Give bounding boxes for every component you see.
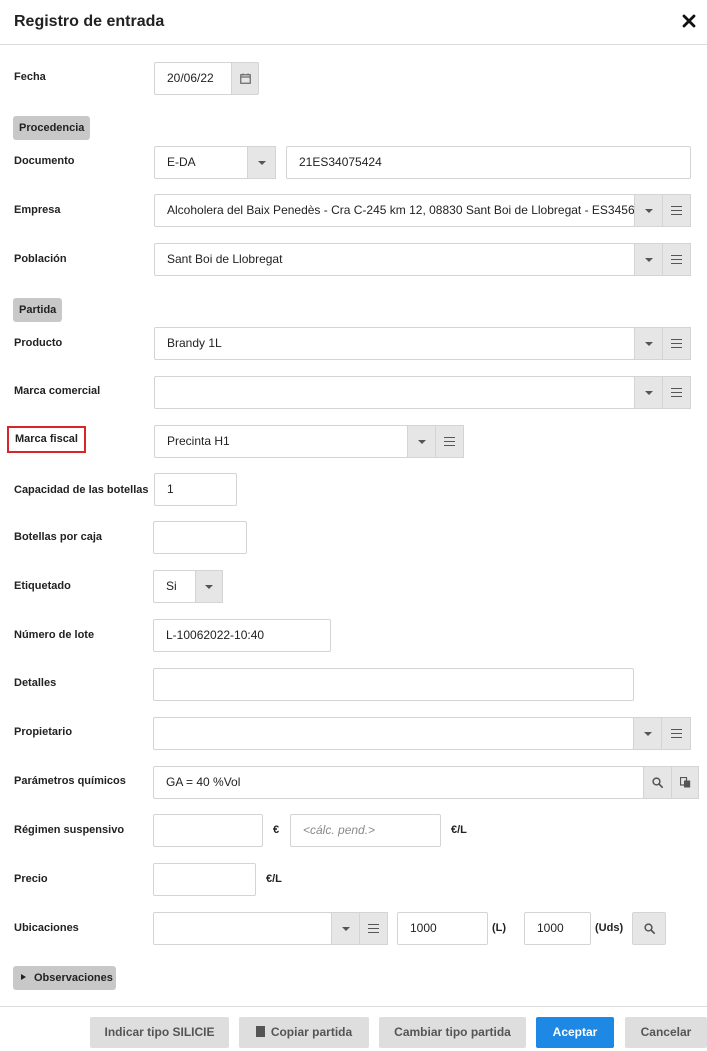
list-icon bbox=[671, 206, 682, 215]
cambiar-tipo-partida-button[interactable]: Cambiar tipo partida bbox=[379, 1017, 526, 1048]
chevron-down-icon bbox=[341, 926, 350, 931]
detalles-label: Detalles bbox=[14, 677, 57, 689]
documento-number-input[interactable]: 21ES34075424 bbox=[286, 146, 691, 179]
chevron-down-icon bbox=[644, 208, 653, 213]
marca-fiscal-dropdown[interactable] bbox=[407, 425, 436, 458]
empresa-label: Empresa bbox=[14, 204, 61, 216]
parametros-search-button[interactable] bbox=[643, 766, 672, 799]
marca-comercial-dropdown[interactable] bbox=[634, 376, 663, 409]
documento-type-dropdown[interactable] bbox=[247, 146, 276, 179]
list-icon bbox=[671, 388, 682, 397]
documento-label: Documento bbox=[14, 155, 75, 167]
poblacion-label: Población bbox=[14, 253, 67, 265]
ubicaciones-dropdown[interactable] bbox=[331, 912, 360, 945]
marca-comercial-list-button[interactable] bbox=[662, 376, 691, 409]
regimen-unit-euro-litro: €/L bbox=[451, 824, 467, 836]
lote-label: Número de lote bbox=[14, 629, 95, 641]
producto-select[interactable]: Brandy 1L bbox=[154, 327, 635, 360]
indicar-tipo-silicie-button[interactable]: Indicar tipo SILICIE bbox=[90, 1017, 229, 1048]
botellas-caja-input[interactable] bbox=[153, 521, 247, 554]
propietario-select[interactable] bbox=[153, 717, 634, 750]
ubicaciones-litros-input[interactable]: 1000 bbox=[397, 912, 488, 945]
precio-label: Precio bbox=[14, 873, 48, 885]
regimen-unit-euro: € bbox=[273, 824, 280, 836]
producto-list-button[interactable] bbox=[662, 327, 691, 360]
parametros-input[interactable]: GA = 40 %Vol bbox=[153, 766, 644, 799]
list-icon bbox=[368, 924, 379, 933]
copy-icon bbox=[252, 1024, 265, 1037]
chevron-down-icon bbox=[417, 439, 426, 444]
dialog-header: Registro de entrada bbox=[0, 0, 707, 45]
chevron-down-icon bbox=[644, 341, 653, 346]
chevron-down-icon bbox=[644, 257, 653, 262]
cancelar-button[interactable]: Cancelar bbox=[625, 1017, 707, 1048]
section-partida: Partida bbox=[13, 298, 63, 322]
ubicaciones-select[interactable] bbox=[153, 912, 332, 945]
detalles-input[interactable] bbox=[153, 668, 634, 701]
ubicaciones-list-button[interactable] bbox=[359, 912, 388, 945]
ubicaciones-label: Ubicaciones bbox=[14, 922, 79, 934]
list-icon bbox=[671, 339, 682, 348]
producto-label: Producto bbox=[14, 337, 63, 349]
marca-fiscal-label: Marca fiscal bbox=[7, 426, 86, 453]
lote-input[interactable]: L-10062022-10:40 bbox=[153, 619, 331, 652]
ubicaciones-uds-unit: (Uds) bbox=[595, 922, 624, 934]
chevron-down-icon bbox=[257, 160, 266, 165]
aceptar-button[interactable]: Aceptar bbox=[536, 1017, 614, 1048]
documento-type-select[interactable]: E-DA bbox=[154, 146, 250, 179]
search-icon bbox=[643, 923, 655, 934]
ubicaciones-uds-input[interactable]: 1000 bbox=[524, 912, 591, 945]
marca-comercial-select[interactable] bbox=[154, 376, 635, 409]
poblacion-dropdown[interactable] bbox=[634, 243, 663, 276]
precio-input[interactable] bbox=[153, 863, 256, 896]
chevron-down-icon bbox=[643, 731, 652, 736]
chevron-down-icon bbox=[205, 584, 213, 589]
precio-unit: €/L bbox=[266, 873, 282, 885]
etiquetado-select[interactable]: Si bbox=[153, 570, 197, 603]
ubicaciones-litros-unit: (L) bbox=[492, 922, 507, 934]
calendar-icon bbox=[239, 73, 251, 84]
chevron-down-icon bbox=[644, 390, 653, 395]
close-icon[interactable] bbox=[681, 11, 697, 31]
marca-comercial-label: Marca comercial bbox=[14, 385, 101, 397]
etiquetado-dropdown[interactable] bbox=[195, 570, 223, 603]
regimen-calc-field: <cálc. pend.> bbox=[290, 814, 441, 847]
producto-dropdown[interactable] bbox=[634, 327, 663, 360]
marca-fiscal-list-button[interactable] bbox=[435, 425, 464, 458]
observaciones-label: Observaciones bbox=[34, 972, 113, 984]
capacidad-input[interactable]: 1 bbox=[154, 473, 237, 506]
caret-right-icon bbox=[21, 974, 26, 981]
empresa-dropdown[interactable] bbox=[634, 194, 663, 227]
regimen-input[interactable] bbox=[153, 814, 263, 847]
observaciones-toggle[interactable]: Observaciones bbox=[13, 966, 116, 990]
calendar-button[interactable] bbox=[231, 62, 259, 95]
parametros-label: Parámetros químicos bbox=[14, 775, 126, 787]
propietario-label: Propietario bbox=[14, 726, 73, 738]
propietario-dropdown[interactable] bbox=[633, 717, 662, 750]
list-icon bbox=[444, 437, 455, 446]
dialog-footer: Indicar tipo SILICIE Copiar partida Camb… bbox=[0, 1006, 707, 1051]
poblacion-list-button[interactable] bbox=[662, 243, 691, 276]
ubicaciones-search-button[interactable] bbox=[632, 912, 666, 945]
marca-fiscal-select[interactable]: Precinta H1 bbox=[154, 425, 408, 458]
etiquetado-label: Etiquetado bbox=[14, 580, 71, 592]
propietario-list-button[interactable] bbox=[661, 717, 691, 750]
capacidad-label: Capacidad de las botellas bbox=[14, 484, 149, 496]
empresa-list-button[interactable] bbox=[662, 194, 691, 227]
section-procedencia: Procedencia bbox=[13, 116, 91, 140]
list-icon bbox=[670, 729, 682, 738]
parametros-copy-button[interactable] bbox=[671, 766, 699, 799]
copy-icon bbox=[679, 777, 690, 788]
list-icon bbox=[671, 255, 682, 264]
empresa-select[interactable]: Alcoholera del Baix Penedès - Cra C-245 … bbox=[154, 194, 635, 227]
regimen-label: Régimen suspensivo bbox=[14, 824, 125, 836]
copiar-partida-button[interactable]: Copiar partida bbox=[239, 1017, 369, 1048]
botellas-caja-label: Botellas por caja bbox=[14, 531, 103, 543]
poblacion-select[interactable]: Sant Boi de Llobregat bbox=[154, 243, 635, 276]
fecha-input[interactable]: 20/06/22 bbox=[154, 62, 234, 95]
fecha-label: Fecha bbox=[14, 71, 46, 83]
copiar-partida-label: Copiar partida bbox=[270, 1025, 353, 1039]
search-icon bbox=[652, 777, 663, 788]
dialog-title: Registro de entrada bbox=[14, 13, 165, 30]
